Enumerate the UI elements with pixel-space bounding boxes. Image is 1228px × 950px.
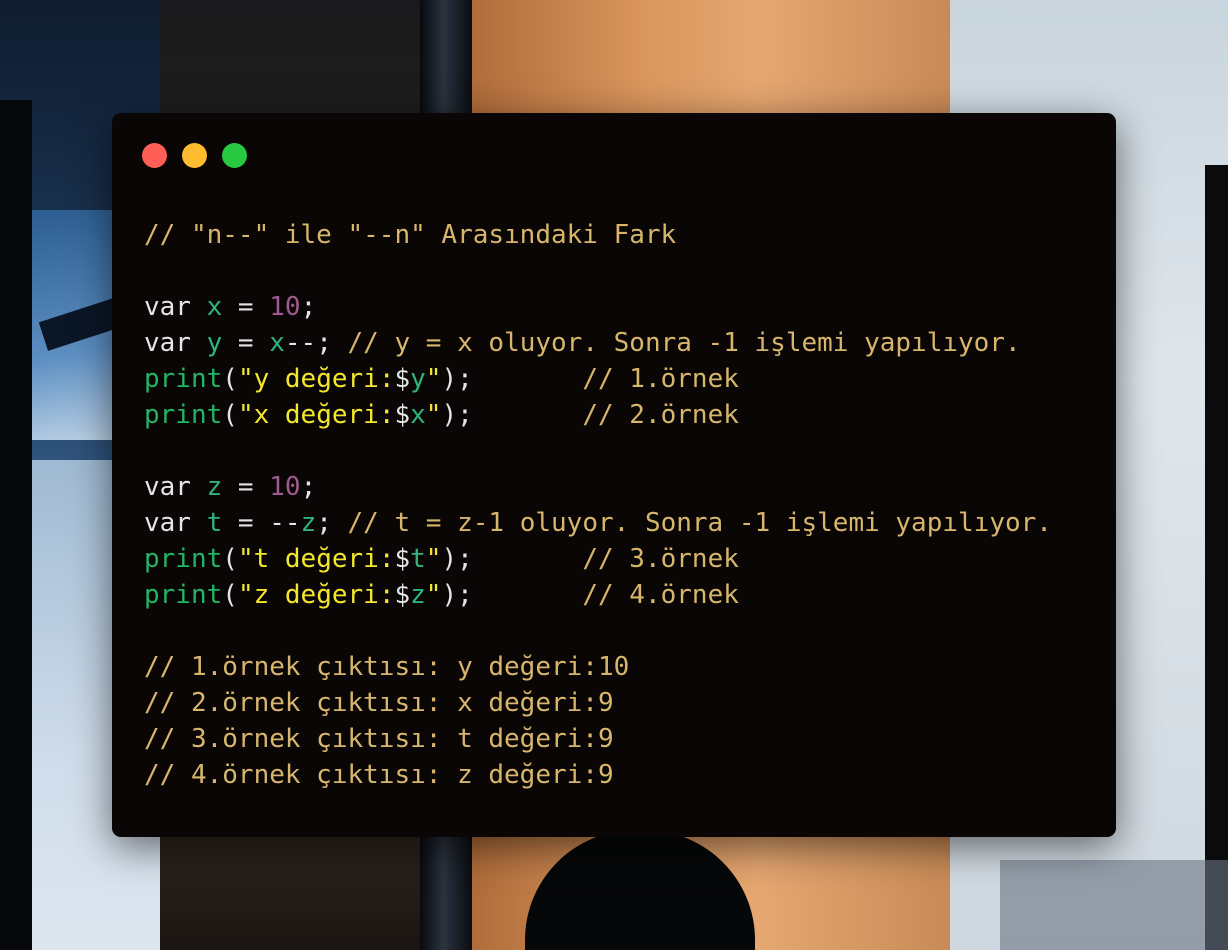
- code-token: print: [144, 580, 223, 610]
- code-line: print("t değeri:$t"); // 3.örnek: [144, 541, 1052, 577]
- code-token: // y = x oluyor. Sonra -1 işlemi yapılıy…: [347, 328, 1021, 358]
- code-token: var: [144, 508, 207, 538]
- code-token: =: [222, 292, 270, 322]
- code-token: $: [394, 580, 411, 610]
- code-token: "y değeri:: [237, 364, 395, 394]
- code-token: ;: [300, 292, 317, 322]
- code-token: --;: [284, 328, 348, 358]
- code-token: // 4.örnek çıktısı: z değeri:9: [144, 760, 614, 790]
- code-token: // 1.örnek: [582, 364, 739, 394]
- code-token: // 3.örnek çıktısı: t değeri:9: [144, 724, 614, 754]
- code-token: ": [425, 400, 442, 430]
- code-token: // "n--" ile "--n" Arasındaki Fark: [144, 220, 677, 250]
- code-token: var: [144, 472, 207, 502]
- code-token: // 4.örnek: [582, 580, 739, 610]
- close-button[interactable]: [142, 143, 167, 168]
- code-line: // 3.örnek çıktısı: t değeri:9: [144, 721, 1052, 757]
- minimize-button[interactable]: [182, 143, 207, 168]
- code-line: // 2.örnek çıktısı: x değeri:9: [144, 685, 1052, 721]
- code-token: ;: [316, 508, 348, 538]
- code-token: ;: [300, 472, 317, 502]
- code-token: // 2.örnek çıktısı: x değeri:9: [144, 688, 614, 718]
- code-token: ": [425, 580, 442, 610]
- code-line: var x = 10;: [144, 289, 1052, 325]
- code-token: z: [410, 580, 426, 610]
- code-line: // "n--" ile "--n" Arasındaki Fark: [144, 217, 1052, 253]
- code-token: );: [441, 364, 583, 394]
- code-token: print: [144, 364, 223, 394]
- code-block: // "n--" ile "--n" Arasındaki Fark var x …: [144, 217, 1052, 793]
- code-line: print("x değeri:$x"); // 2.örnek: [144, 397, 1052, 433]
- code-token: y: [206, 328, 223, 358]
- code-token: "x değeri:: [237, 400, 395, 430]
- zoom-button[interactable]: [222, 143, 247, 168]
- code-token: (: [222, 364, 238, 394]
- code-line: // 4.örnek çıktısı: z değeri:9: [144, 757, 1052, 793]
- code-token: ": [425, 544, 442, 574]
- background-door-edge: [1205, 165, 1228, 950]
- code-line: var z = 10;: [144, 469, 1052, 505]
- code-token: $: [394, 364, 411, 394]
- code-token: print: [144, 544, 223, 574]
- code-token: print: [144, 400, 223, 430]
- code-line: print("z değeri:$z"); // 4.örnek: [144, 577, 1052, 613]
- code-token: = --: [222, 508, 301, 538]
- code-token: // 1.örnek çıktısı: y değeri:10: [144, 652, 630, 682]
- code-token: (: [222, 544, 238, 574]
- background-shadow-left: [0, 100, 32, 950]
- code-line: // 1.örnek çıktısı: y değeri:10: [144, 649, 1052, 685]
- code-token: (: [222, 400, 238, 430]
- code-token: ": [425, 364, 442, 394]
- code-token: "t değeri:: [237, 544, 395, 574]
- code-line: print("y değeri:$y"); // 1.örnek: [144, 361, 1052, 397]
- code-token: x: [410, 400, 426, 430]
- background-floor-shadow: [1000, 860, 1228, 950]
- code-token: // t = z-1 oluyor. Sonra -1 işlemi yapıl…: [347, 508, 1052, 538]
- code-token: // 2.örnek: [582, 400, 739, 430]
- code-token: (: [222, 580, 238, 610]
- code-token: x: [206, 292, 223, 322]
- code-token: t: [206, 508, 223, 538]
- code-token: );: [441, 580, 583, 610]
- code-token: y: [410, 364, 426, 394]
- code-token: );: [441, 400, 583, 430]
- code-token: "z değeri:: [237, 580, 395, 610]
- code-token: =: [222, 328, 270, 358]
- code-token: $: [394, 400, 411, 430]
- code-token: 10: [269, 472, 301, 502]
- code-token: var: [144, 292, 207, 322]
- code-line: var y = x--; // y = x oluyor. Sonra -1 i…: [144, 325, 1052, 361]
- code-token: z: [206, 472, 223, 502]
- code-token: t: [410, 544, 426, 574]
- code-token: z: [300, 508, 317, 538]
- code-token: =: [222, 472, 270, 502]
- code-line: var t = --z; // t = z-1 oluyor. Sonra -1…: [144, 505, 1052, 541]
- code-token: // 3.örnek: [582, 544, 739, 574]
- code-token: 10: [269, 292, 301, 322]
- code-token: var: [144, 328, 207, 358]
- code-token: $: [394, 544, 411, 574]
- code-token: );: [441, 544, 583, 574]
- code-token: x: [269, 328, 285, 358]
- code-window: // "n--" ile "--n" Arasındaki Fark var x …: [112, 113, 1116, 837]
